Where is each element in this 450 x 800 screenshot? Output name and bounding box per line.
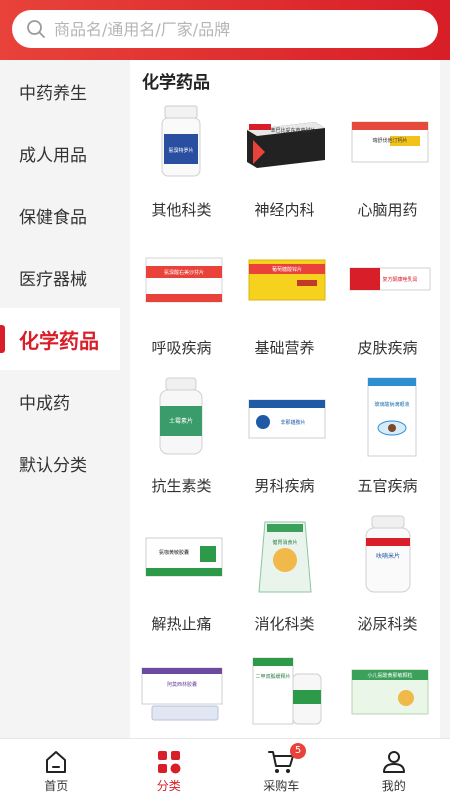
subcategory-ent-eye[interactable]: 玻璃酸钠滴眼液 五官疾病: [336, 376, 439, 514]
white-pill-bottle-icon: 氨溴特罗片: [161, 105, 201, 177]
home-icon: [46, 751, 67, 773]
subcategory-respiratory[interactable]: 氨溴酸右美沙芬片 呼吸疾病: [130, 238, 233, 376]
subcategory-item-14[interactable]: 二甲双胍缓释片: [233, 652, 336, 738]
tab-label: 分类: [156, 779, 181, 793]
sidebar-item-label: 成人用品: [19, 145, 87, 166]
product-label: 玻璃酸钠滴眼液: [374, 401, 409, 408]
subcategory-cardio-cerebral[interactable]: 瑞舒伐他汀钙片 心脑用药: [336, 100, 439, 238]
search-icon: [27, 20, 45, 38]
product-label: 土霉素片: [169, 417, 193, 425]
sidebar-item-label: 中成药: [19, 393, 70, 414]
product-label: 小儿氨酚黄那敏颗粒: [367, 672, 412, 679]
medicine-box-icon: 非那雄胺片: [248, 399, 326, 439]
subcategory-label: 基础营养: [254, 339, 315, 357]
product-label: 瑞舒伐他汀钙片: [372, 137, 407, 144]
medicine-box-icon: 氨咖黄敏胶囊: [145, 537, 223, 577]
subcategory-label: 皮肤疾病: [357, 339, 418, 357]
sidebar-item-tcm-health[interactable]: 中药养生: [0, 60, 120, 122]
subcategory-label: 心脑用药: [357, 201, 418, 219]
subcategory-neurology[interactable]: 苯巴比妥东莨菪碱片 神经内科: [233, 100, 336, 238]
subcategory-skin-disease[interactable]: 复方酮康唑乳膏 皮肤疾病: [336, 238, 439, 376]
pill-bottle-icon: 土霉素片: [159, 377, 203, 455]
product-label: 非那雄胺片: [280, 419, 305, 426]
tab-home[interactable]: 首页: [0, 739, 113, 800]
medicine-box-icon: 二甲双胍缓释片: [252, 657, 322, 725]
subcategory-other[interactable]: 氨溴特罗片 其他科类: [130, 100, 233, 238]
product-label: 葡萄糖酸锌片: [272, 266, 302, 273]
medicine-pouch-icon: 健胃消食片: [258, 521, 312, 593]
product-label: 氨溴特罗片: [168, 147, 193, 154]
sidebar-item-chemical-drugs[interactable]: 化学药品: [0, 308, 120, 370]
category-sidebar: 中药养生 成人用品 保健食品 医疗器械 化学药品 中成药 默认分类: [0, 60, 120, 738]
subcategory-label: 呼吸疾病: [151, 339, 212, 357]
medicine-box-icon: 复方酮康唑乳膏: [349, 267, 431, 291]
medicine-box-icon: 苯巴比妥东莨菪碱片: [247, 122, 325, 168]
subcategory-basic-nutrition[interactable]: 葡萄糖酸锌片 基础营养: [233, 238, 336, 376]
subcategory-label: 消化科类: [254, 615, 315, 633]
product-label: 氨咖黄敏胶囊: [159, 549, 189, 556]
user-icon: [382, 751, 405, 773]
category-grid-icon: [157, 751, 181, 774]
medicine-box-icon: 小儿氨酚黄那敏颗粒: [351, 669, 429, 715]
sidebar-item-label: 默认分类: [19, 455, 87, 476]
sidebar-item-label: 中药养生: [19, 83, 87, 104]
search-bar[interactable]: [12, 10, 438, 48]
sidebar-item-chinese-patent-medicine[interactable]: 中成药: [0, 370, 120, 432]
subcategory-item-13[interactable]: 阿莫西林胶囊: [130, 652, 233, 738]
tab-profile[interactable]: 我的: [338, 739, 450, 800]
subcategory-andrology[interactable]: 非那雄胺片 男科疾病: [233, 376, 336, 514]
subcategory-antipyretic-analgesic[interactable]: 氨咖黄敏胶囊 解热止痛: [130, 514, 233, 652]
tab-cart[interactable]: 5 采购车: [225, 739, 338, 800]
bottom-tab-bar: 首页 分类 5 采购车 我的: [0, 738, 450, 800]
sidebar-item-label: 化学药品: [19, 328, 99, 353]
subcategory-urology[interactable]: 呋喃米片 泌尿科类: [336, 514, 439, 652]
subcategory-label: 神经内科: [254, 201, 315, 219]
subcategory-label: 解热止痛: [151, 615, 212, 633]
sidebar-item-medical-devices[interactable]: 医疗器械: [0, 246, 120, 308]
subcategory-label: 五官疾病: [357, 477, 418, 495]
product-label: 复方酮康唑乳膏: [382, 276, 417, 283]
medicine-box-icon: 氨溴酸右美沙芬片: [145, 257, 223, 303]
product-label: 健胃消食片: [272, 539, 297, 546]
subcategory-label: 抗生素类: [151, 477, 212, 495]
cart-badge: 5: [290, 743, 306, 759]
pill-bottle-icon: 呋喃米片: [365, 515, 411, 593]
sidebar-item-label: 保健食品: [19, 207, 87, 228]
subcategory-digestive[interactable]: 健胃消食片 消化科类: [233, 514, 336, 652]
eye-drops-box-icon: 玻璃酸钠滴眼液: [367, 377, 417, 457]
product-label: 阿莫西林胶囊: [167, 681, 197, 688]
medicine-box-icon: 葡萄糖酸锌片: [248, 259, 326, 301]
tab-label: 我的: [381, 779, 406, 793]
subcategory-label: 泌尿科类: [357, 615, 418, 633]
medicine-box-icon: 阿莫西林胶囊: [141, 667, 223, 721]
header: [0, 0, 450, 60]
tab-category[interactable]: 分类: [113, 739, 226, 800]
tab-label: 首页: [44, 779, 69, 793]
section-title: 化学药品: [142, 73, 210, 93]
search-input[interactable]: [54, 19, 414, 39]
sidebar-item-health-food[interactable]: 保健食品: [0, 184, 120, 246]
sidebar-item-default-category[interactable]: 默认分类: [0, 432, 120, 494]
tab-label: 采购车: [263, 779, 300, 793]
product-label: 二甲双胍缓释片: [255, 673, 290, 680]
product-label: 氨溴酸右美沙芬片: [164, 269, 204, 276]
product-label: 呋喃米片: [376, 552, 400, 560]
subcategory-item-15[interactable]: 小儿氨酚黄那敏颗粒: [336, 652, 439, 738]
app-root: 中药养生 成人用品 保健食品 医疗器械 化学药品 中成药 默认分类 化学药品 氨…: [0, 0, 450, 800]
subcategory-label: 男科疾病: [254, 477, 315, 495]
sidebar-item-adult-products[interactable]: 成人用品: [0, 122, 120, 184]
subcategory-panel: 化学药品 氨溴特罗片 其他科类 苯巴比妥东莨菪碱片 神经内科 瑞舒伐他汀钙片 心…: [130, 60, 440, 738]
medicine-box-icon: 瑞舒伐他汀钙片: [351, 121, 429, 163]
subcategory-label: 其他科类: [151, 201, 212, 219]
product-label: 苯巴比妥东莨菪碱片: [270, 127, 315, 134]
sidebar-item-label: 医疗器械: [19, 269, 87, 290]
subcategory-antibiotics[interactable]: 土霉素片 抗生素类: [130, 376, 233, 514]
